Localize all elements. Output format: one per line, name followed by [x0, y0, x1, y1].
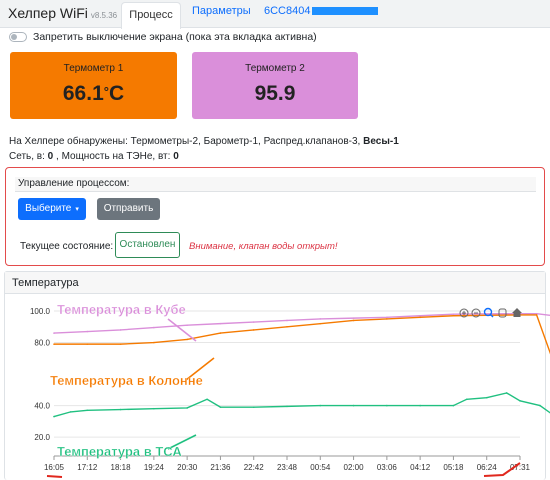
- data-point: [219, 322, 222, 325]
- y-tick-label: 20.0: [34, 433, 50, 442]
- data-point: [419, 314, 421, 317]
- data-point: [119, 343, 122, 345]
- data-point: [206, 398, 208, 401]
- y-tick-label: 80.0: [34, 339, 50, 348]
- data-point: [286, 325, 288, 328]
- legend-label: Температура в ТСА: [57, 444, 182, 459]
- data-point: [452, 404, 455, 407]
- x-tick-label: 21:36: [210, 463, 231, 472]
- temperature-chart: 100.0 80.0 40.0 20.0 16:05 17:12 18:18 19:24 20:…: [30, 302, 550, 478]
- data-point: [519, 400, 521, 402]
- data-point: [153, 341, 155, 344]
- data-point: [186, 338, 188, 341]
- data-point: [465, 398, 468, 401]
- data-point: [386, 318, 388, 320]
- x-tick-label: 00:54: [310, 463, 331, 472]
- data-point: [352, 319, 355, 322]
- data-point: [535, 314, 538, 316]
- data-point: [539, 404, 541, 407]
- data-point: [69, 411, 72, 413]
- x-tick-label: 05:18: [443, 463, 464, 472]
- data-point: [505, 392, 508, 394]
- data-point: [119, 408, 122, 411]
- data-point: [319, 322, 322, 325]
- y-tick-label: 100.0: [30, 307, 51, 316]
- data-point: [352, 317, 355, 319]
- x-tick-label: 04:12: [410, 463, 431, 472]
- legend-label: Температура в Кубе: [57, 302, 186, 317]
- data-point: [286, 319, 288, 322]
- y-tick-label: 40.0: [34, 402, 50, 411]
- x-tick-label: 22:42: [244, 463, 265, 472]
- data-point: [186, 324, 188, 327]
- data-point: [119, 329, 122, 331]
- data-point: [286, 405, 288, 408]
- data-point: [419, 316, 421, 319]
- series-line-1: [54, 314, 550, 355]
- home-icon[interactable]: [512, 308, 522, 317]
- data-point: [252, 406, 255, 408]
- data-point: [53, 343, 55, 345]
- data-point: [319, 318, 322, 320]
- x-tick-label: 18:18: [111, 463, 132, 472]
- legend-label: Температура в Колонне: [50, 373, 203, 388]
- data-point: [53, 415, 55, 418]
- data-point: [452, 313, 455, 315]
- data-point: [219, 406, 222, 408]
- x-tick-label: 19:24: [144, 463, 165, 472]
- x-tick-label: 03:06: [377, 463, 398, 472]
- x-tick-label: 06:24: [477, 463, 498, 472]
- data-point: [386, 404, 388, 407]
- data-point: [252, 321, 255, 323]
- data-point: [252, 329, 255, 331]
- data-point: [86, 409, 89, 412]
- data-point: [386, 316, 388, 319]
- x-tick-label: 20:30: [177, 463, 198, 472]
- legend-pointer: [167, 318, 197, 342]
- data-point: [419, 404, 421, 407]
- data-point: [452, 314, 455, 317]
- x-tick-label: 17:12: [77, 463, 98, 472]
- data-point: [53, 332, 55, 334]
- data-point: [86, 330, 89, 333]
- data-point: [86, 343, 89, 345]
- x-tick-label: 23:48: [277, 463, 298, 472]
- data-point: [219, 332, 222, 334]
- data-point: [186, 407, 188, 409]
- data-point: [319, 404, 322, 407]
- x-tick-label: 02:00: [344, 463, 365, 472]
- data-point: [352, 404, 355, 407]
- data-point: [153, 326, 155, 329]
- annotation-underline: [46, 475, 63, 478]
- x-tick-label: 16:05: [44, 463, 65, 472]
- data-point: [485, 396, 488, 399]
- data-point: [153, 407, 155, 410]
- series-line-2: [53, 392, 550, 418]
